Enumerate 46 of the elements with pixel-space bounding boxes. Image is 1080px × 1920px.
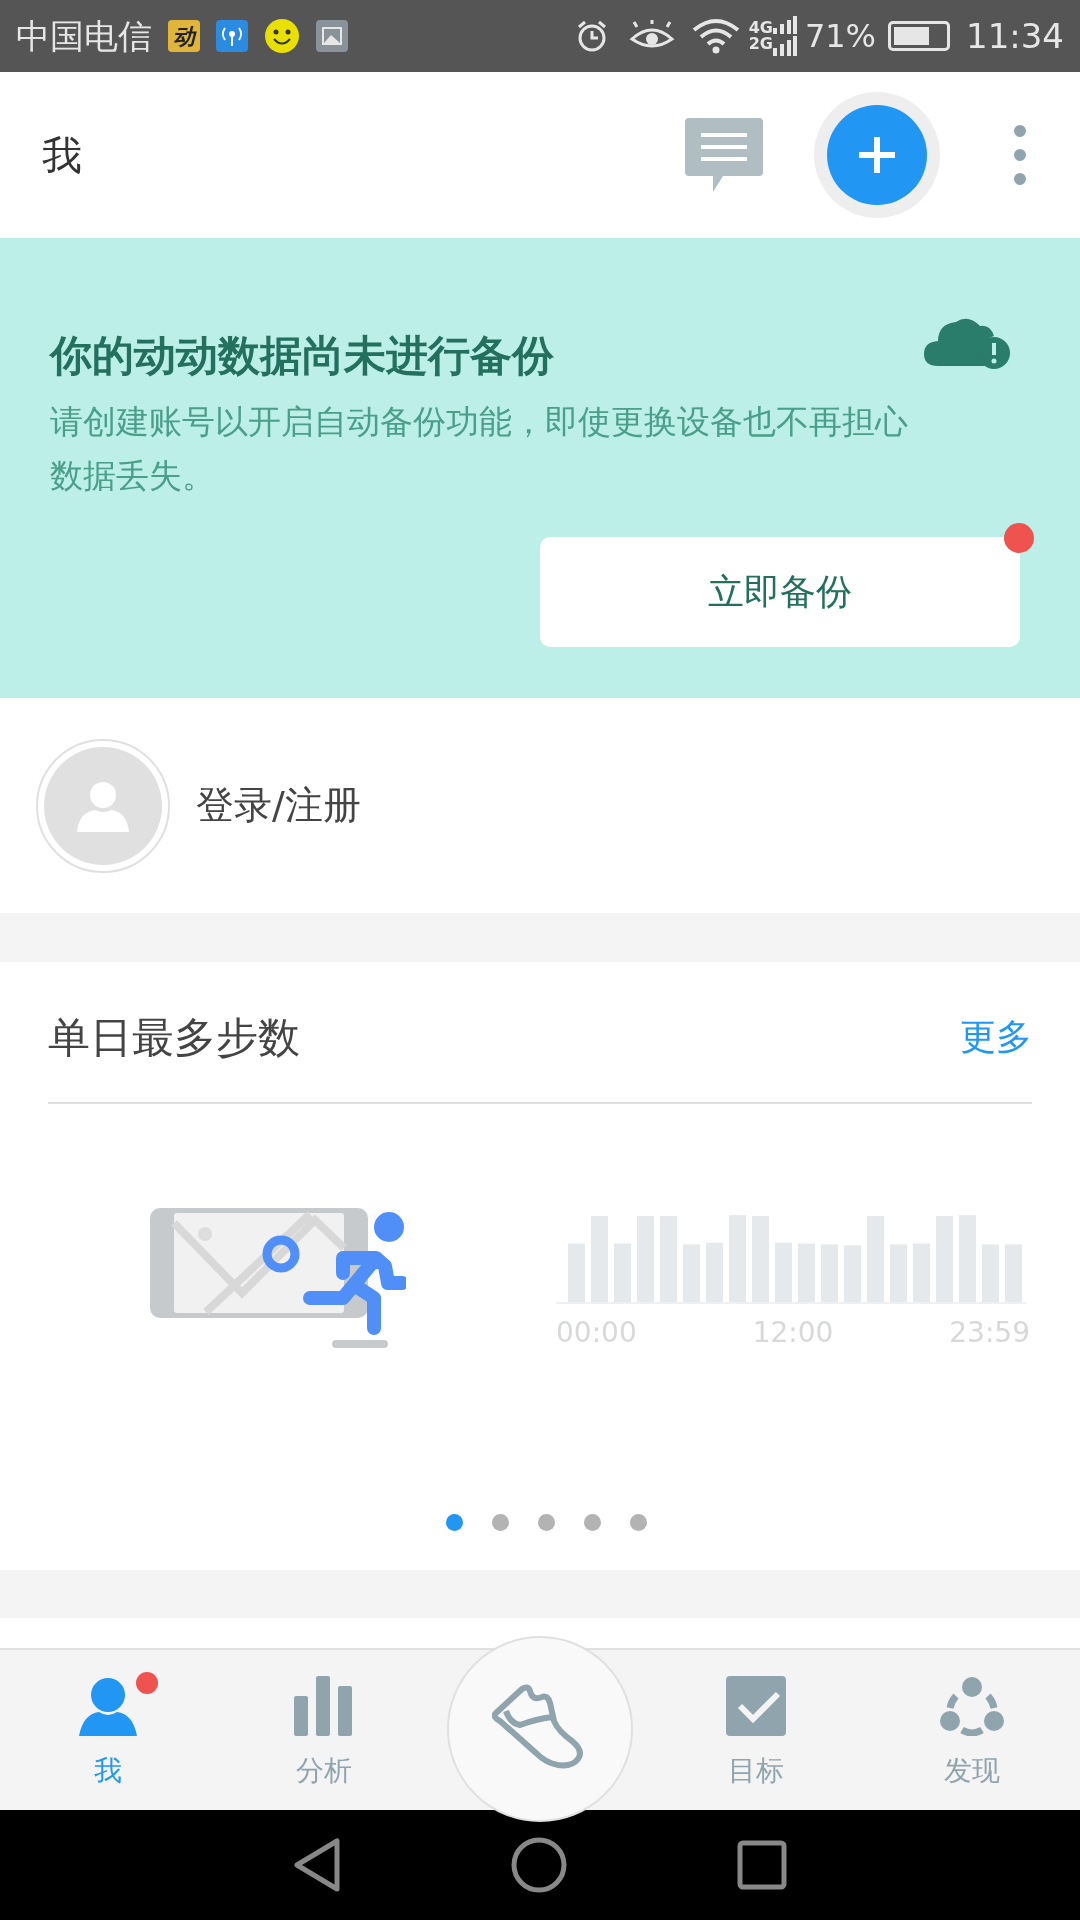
- back-icon[interactable]: [293, 1838, 341, 1892]
- card-title: 单日最多步数: [48, 1011, 300, 1064]
- banner-description: 请创建账号以开启自动备份功能，即使更换设备也不再担心数据丢失。: [50, 401, 909, 497]
- discover-icon: [940, 1676, 1004, 1736]
- battery-icon: [888, 21, 950, 51]
- battery-percent: 71%: [804, 16, 876, 57]
- person-icon: [77, 1676, 139, 1736]
- app-notification-icon: 动: [168, 20, 200, 52]
- nav-tab[interactable]: 分析: [216, 1650, 432, 1810]
- banner-title: 你的动动数据尚未进行备份: [50, 330, 554, 382]
- chart-bar: [706, 1242, 723, 1302]
- home-icon[interactable]: [511, 1837, 567, 1893]
- recent-apps-icon[interactable]: [737, 1840, 787, 1890]
- nav-tab[interactable]: 发现: [864, 1650, 1080, 1810]
- chat-bubble-icon: [685, 118, 763, 192]
- clock-time: 11:34: [966, 14, 1064, 58]
- user-silhouette-icon: [77, 779, 129, 832]
- page-title: 我: [42, 131, 82, 180]
- chart-bar: [844, 1245, 861, 1302]
- backup-now-button[interactable]: 立即备份: [540, 537, 1020, 647]
- network-type-label: 4G: [748, 20, 773, 36]
- signal-icon: [772, 16, 797, 56]
- carrier-name: 中国电信: [16, 14, 152, 58]
- wifi-icon: [690, 18, 741, 54]
- image-icon: [316, 20, 348, 52]
- wifi-hotspot-icon: [216, 20, 248, 52]
- chart-bar: [1005, 1244, 1022, 1302]
- smiley-icon: [264, 18, 300, 54]
- chart-bar: [568, 1243, 585, 1302]
- chart-bar: [821, 1244, 838, 1302]
- chart-bar: [683, 1244, 700, 1302]
- bar-chart-icon: [294, 1676, 354, 1736]
- network-type-label: 2G: [748, 36, 773, 52]
- more-vertical-icon: [1013, 124, 1027, 186]
- chart-bar: [890, 1244, 907, 1302]
- chart-bar: [614, 1243, 631, 1302]
- plus-icon: [857, 135, 897, 175]
- checkbox-icon: [726, 1676, 786, 1736]
- chart-bar: [982, 1244, 999, 1302]
- nav-tab[interactable]: 我: [0, 1650, 216, 1810]
- chart-bar: [913, 1243, 930, 1302]
- nav-tab[interactable]: 目标: [648, 1650, 864, 1810]
- chart-bar: [775, 1242, 792, 1302]
- login-register-link[interactable]: 登录/注册: [196, 777, 361, 834]
- chart-bar: [798, 1243, 815, 1302]
- more-link[interactable]: 更多: [960, 1010, 1032, 1064]
